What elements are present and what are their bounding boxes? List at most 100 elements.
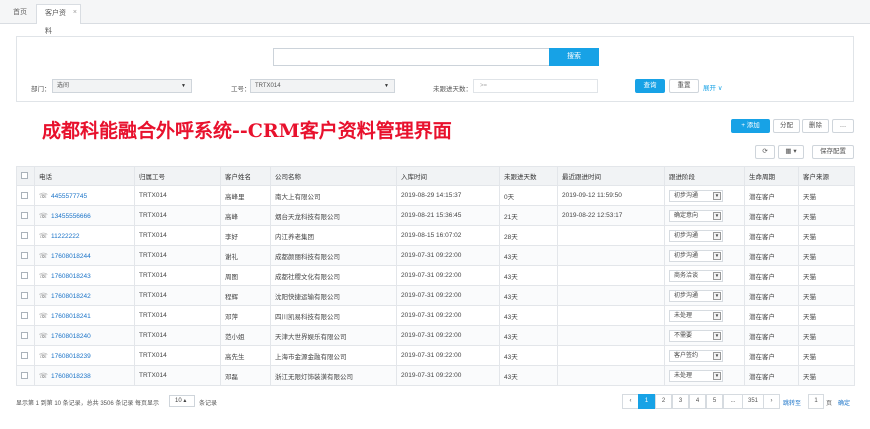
page-4[interactable]: 4: [689, 394, 706, 409]
phone-link[interactable]: 17608018243: [51, 273, 91, 280]
table-row[interactable]: ☏ 17608018243 TRTX014 周图 成都社稷文化有限公司 2019-07-3…: [16, 265, 855, 286]
dept-select[interactable]: 选间 ▼: [52, 79, 192, 93]
header-phone[interactable]: 电话: [34, 166, 135, 186]
table-row[interactable]: ☏ 17608018244 TRTX014 谢礼 成都颜丽科技有限公司 2019-07-3…: [16, 245, 855, 266]
row-checkbox[interactable]: [21, 191, 28, 199]
row-checkbox-cell[interactable]: [16, 285, 35, 306]
phone-icon[interactable]: ☏: [39, 372, 48, 380]
phone-icon[interactable]: ☏: [39, 352, 48, 360]
stage-select[interactable]: 未处理 ▼: [669, 309, 723, 322]
stage-select[interactable]: 初步沟通 ▼: [669, 289, 723, 302]
stage-select[interactable]: 初步沟通 ▼: [669, 189, 723, 202]
row-checkbox[interactable]: [21, 371, 28, 379]
table-row[interactable]: ☏ 17608018241 TRTX014 邓萍 四川凯易科技有限公司 2019-07-3…: [16, 305, 855, 326]
table-row[interactable]: ☏ 17608018240 TRTX014 范小姐 天津大世界娱乐有限公司 2019-07…: [16, 325, 855, 346]
page-next[interactable]: ›: [763, 394, 780, 409]
stage-select[interactable]: 不需要 ▼: [669, 329, 723, 342]
row-checkbox-cell[interactable]: [16, 305, 35, 326]
phone-link[interactable]: 17608018238: [51, 373, 91, 380]
header-lifecycle[interactable]: 生命周期: [744, 166, 799, 186]
phone-link[interactable]: 17608018239: [51, 353, 91, 360]
row-checkbox[interactable]: [21, 311, 28, 319]
stage-select[interactable]: 初步沟通 ▼: [669, 249, 723, 262]
row-checkbox[interactable]: [21, 211, 28, 219]
page-size-select[interactable]: 10 ▴: [169, 395, 195, 407]
phone-icon[interactable]: ☏: [39, 192, 48, 200]
stage-select[interactable]: 确定意向 ▼: [669, 209, 723, 222]
phone-icon[interactable]: ☏: [39, 312, 48, 320]
select-all-checkbox[interactable]: [21, 172, 28, 180]
phone-link[interactable]: 11222222: [51, 233, 79, 240]
header-checkbox[interactable]: [16, 166, 35, 186]
phone-link[interactable]: 13455556666: [51, 213, 91, 220]
expand-link[interactable]: 展开 ∨: [703, 82, 723, 92]
search-input[interactable]: [273, 48, 551, 66]
search-button[interactable]: 搜索: [549, 48, 599, 66]
header-source[interactable]: 客户来源: [798, 166, 855, 186]
page-3[interactable]: 3: [672, 394, 689, 409]
nofollow-input[interactable]: >=: [473, 79, 598, 93]
table-row[interactable]: ☏ 4455577745 TRTX014 高峰里 南大上有限公司 2019-08-29 1…: [16, 185, 855, 206]
row-checkbox[interactable]: [21, 231, 28, 239]
phone-icon[interactable]: ☏: [39, 332, 48, 340]
phone-link[interactable]: 17608018240: [51, 333, 91, 340]
row-checkbox-cell[interactable]: [16, 185, 35, 206]
phone-icon[interactable]: ☏: [39, 292, 48, 300]
close-icon[interactable]: ×: [73, 4, 77, 22]
phone-link[interactable]: 17608018242: [51, 293, 91, 300]
phone-icon[interactable]: ☏: [39, 252, 48, 260]
page-prev[interactable]: ‹: [622, 394, 639, 409]
page-1[interactable]: 1: [638, 394, 655, 409]
row-checkbox-cell[interactable]: [16, 365, 35, 386]
row-checkbox-cell[interactable]: [16, 225, 35, 246]
row-checkbox-cell[interactable]: [16, 205, 35, 226]
refresh-icon[interactable]: ⟳: [755, 145, 775, 159]
goto-confirm-button[interactable]: 确定: [838, 398, 850, 407]
stage-select[interactable]: 未处理 ▼: [669, 369, 723, 382]
table-row[interactable]: ☏ 17608018242 TRTX014 程辉 沈阳快捷运输有限公司 2019-07-3…: [16, 285, 855, 306]
header-days[interactable]: 未跟进天数: [499, 166, 558, 186]
stage-select[interactable]: 商务洽谈 ▼: [669, 269, 723, 282]
row-checkbox-cell[interactable]: [16, 345, 35, 366]
table-row[interactable]: ☏ 17608018238 TRTX014 邓磊 浙江无限灯饰装潢有限公司 2019-07…: [16, 365, 855, 386]
phone-link[interactable]: 17608018244: [51, 253, 91, 260]
header-company[interactable]: 公司名称: [270, 166, 397, 186]
columns-icon[interactable]: ▦ ▾: [778, 145, 804, 159]
table-row[interactable]: ☏ 17608018239 TRTX014 高先生 上海市金源金融有限公司 2019-07…: [16, 345, 855, 366]
save-config-button[interactable]: 保存配置: [812, 145, 854, 159]
header-name[interactable]: 客户姓名: [220, 166, 271, 186]
page-2[interactable]: 2: [655, 394, 672, 409]
phone-icon[interactable]: ☏: [39, 272, 48, 280]
header-stage[interactable]: 跟进阶段: [664, 166, 745, 186]
page-351[interactable]: 351: [742, 394, 764, 409]
header-created[interactable]: 入库时间: [396, 166, 500, 186]
phone-link[interactable]: 4455577745: [51, 193, 87, 200]
row-checkbox-cell[interactable]: [16, 265, 35, 286]
phone-icon[interactable]: ☏: [39, 232, 48, 240]
phone-icon[interactable]: ☏: [39, 212, 48, 220]
tab-home[interactable]: 首页: [5, 4, 35, 24]
row-checkbox[interactable]: [21, 331, 28, 339]
page-5[interactable]: 5: [706, 394, 723, 409]
row-checkbox-cell[interactable]: [16, 245, 35, 266]
assign-button[interactable]: 分配: [773, 119, 800, 133]
delete-button[interactable]: 删除: [802, 119, 829, 133]
query-button[interactable]: 查询: [635, 79, 665, 93]
job-select[interactable]: TRTX014 ▼: [250, 79, 395, 93]
table-row[interactable]: ☏ 13455556666 TRTX014 高峰 烟台天龙科技有限公司 2019-08-2…: [16, 205, 855, 226]
header-last-follow[interactable]: 最近跟进时间: [557, 166, 665, 186]
row-checkbox[interactable]: [21, 271, 28, 279]
row-checkbox[interactable]: [21, 351, 28, 359]
table-row[interactable]: ☏ 11222222 TRTX014 李好 内江养老集团 2019-08-15 16:07…: [16, 225, 855, 246]
tab-customer-info[interactable]: 客户资料 ×: [36, 4, 81, 35]
reset-button[interactable]: 重置: [669, 79, 699, 93]
goto-page-input[interactable]: 1: [808, 394, 824, 409]
row-checkbox[interactable]: [21, 251, 28, 259]
row-checkbox-cell[interactable]: [16, 325, 35, 346]
stage-select[interactable]: 客户签约 ▼: [669, 349, 723, 362]
stage-select[interactable]: 初步沟通 ▼: [669, 229, 723, 242]
add-button[interactable]: + 添加: [731, 119, 770, 133]
row-checkbox[interactable]: [21, 291, 28, 299]
phone-link[interactable]: 17608018241: [51, 313, 91, 320]
more-button[interactable]: …: [832, 119, 854, 133]
